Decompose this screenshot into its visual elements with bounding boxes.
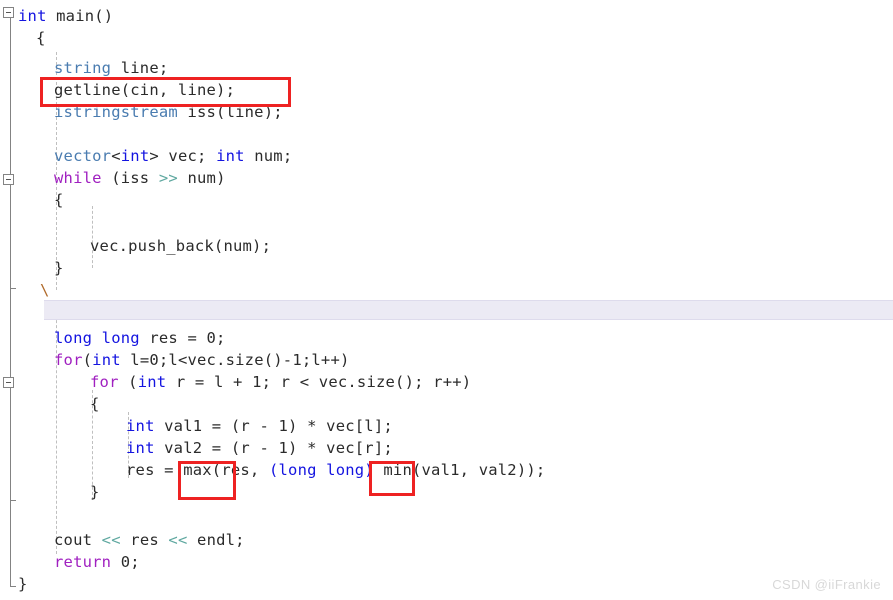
code-line[interactable]: while (iss >> num)	[54, 167, 893, 189]
code-line[interactable]: int val1 = (r - 1) * vec[l];	[126, 415, 893, 437]
annotation-box-min	[369, 461, 415, 496]
code-line[interactable]: }	[18, 573, 893, 595]
code-line[interactable]: int val2 = (r - 1) * vec[r];	[126, 437, 893, 459]
code-line[interactable]: {	[54, 189, 893, 211]
code-line[interactable]: for (int r = l + 1; r < vec.size(); r++)	[90, 371, 893, 393]
code-line[interactable]: for(int l=0;l<vec.size()-1;l++)	[54, 349, 893, 371]
code-line[interactable]: }	[54, 257, 893, 279]
code-editor[interactable]: int main() { string line; getline(cin, l…	[0, 0, 893, 600]
annotation-box-max	[178, 461, 236, 500]
code-line[interactable]: {	[90, 393, 893, 415]
code-line[interactable]: return 0;	[54, 551, 893, 573]
code-line[interactable]: vec.push_back(num);	[90, 235, 893, 257]
code-line[interactable]: {	[36, 27, 893, 49]
code-line[interactable]: cout << res << endl;	[54, 529, 893, 551]
annotation-box-getline	[40, 77, 291, 107]
code-line-res-assign[interactable]: res = max(res, (long long) min(val1, val…	[126, 459, 893, 481]
code-line-stray-backslash[interactable]: \	[40, 279, 893, 301]
code-line[interactable]: int main()	[18, 5, 893, 27]
code-line[interactable]: string line;	[54, 57, 893, 79]
code-line[interactable]: vector<int> vec; int num;	[54, 145, 893, 167]
watermark-text: CSDN @iiFrankie	[772, 577, 881, 592]
code-line[interactable]: long long res = 0;	[54, 327, 893, 349]
